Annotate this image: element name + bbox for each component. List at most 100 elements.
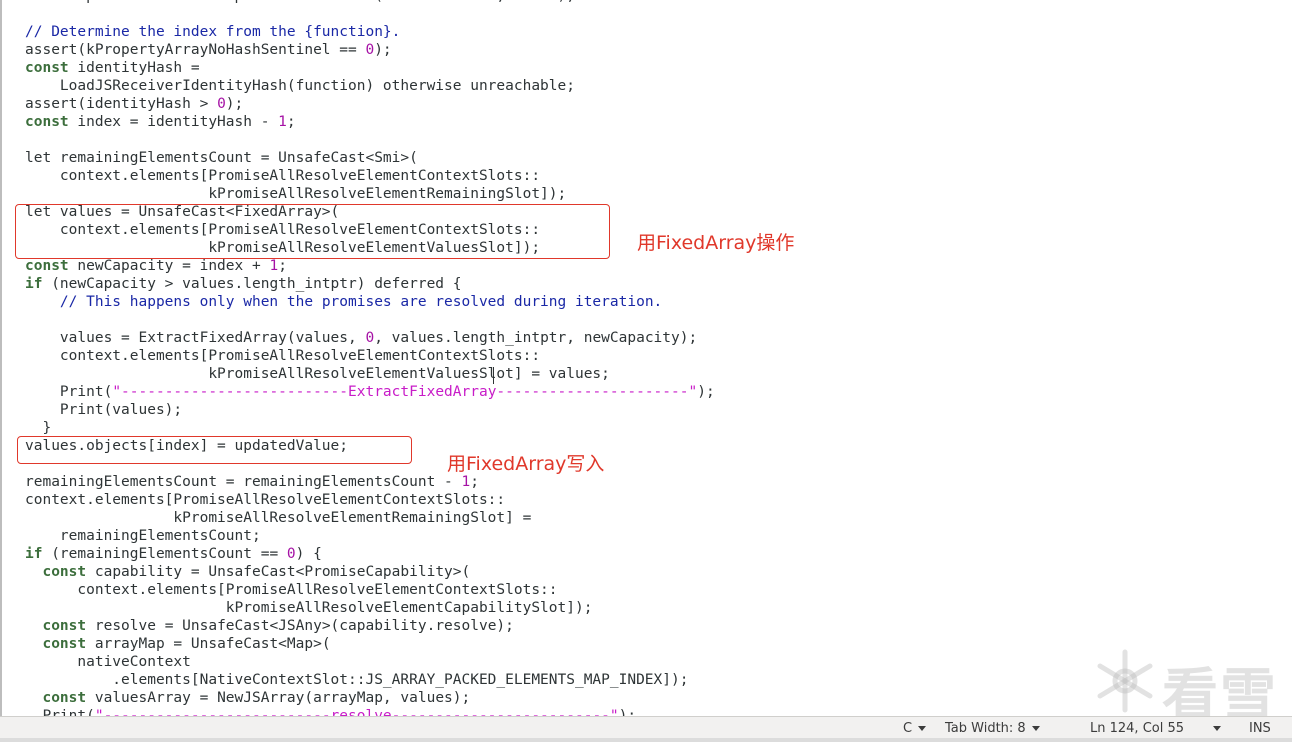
code-token: kPromiseAllResolveElementCapabilitySlot]… (25, 600, 593, 616)
code-line[interactable]: } (25, 419, 715, 437)
code-line[interactable]: // This happens only when the promises a… (25, 293, 715, 311)
code-token: valuesArray = NewJSArray(arrayMap, value… (86, 690, 471, 706)
code-token: assert(kPropertyArrayNoHashSentinel == (25, 42, 366, 58)
code-token: 1 (461, 474, 471, 490)
annotation-box-values (15, 204, 610, 259)
code-token: "--------------------------ExtractFixedA… (112, 384, 698, 400)
code-token: const (42, 690, 87, 706)
code-editor[interactable]: const updatedValue = WrapResolveFunction… (0, 0, 1292, 716)
code-line[interactable]: if (newCapacity > values.length_intptr) … (25, 275, 715, 293)
language-label: C (903, 721, 913, 736)
code-token: context.elements[PromiseAllResolveElemen… (25, 582, 558, 598)
code-token: // This happens only when the promises a… (59, 294, 663, 310)
code-line[interactable]: kPromiseAllResolveElementValuesSlot] = v… (25, 365, 715, 383)
code-token: "--------------------------resolve------… (94, 708, 619, 716)
code-token: ); (618, 708, 637, 716)
code-token: (remainingElementsCount == (42, 546, 287, 562)
code-token: index = identityHash - (68, 114, 279, 130)
tab-width-selector[interactable]: Tab Width: 8 (945, 721, 1040, 736)
code-line[interactable]: context.elements[PromiseAllResolveElemen… (25, 491, 715, 509)
code-token: 0 (217, 96, 226, 112)
code-line[interactable]: const valuesArray = NewJSArray(arrayMap,… (25, 689, 715, 707)
language-selector[interactable]: C (903, 721, 927, 736)
annotation-box-write (17, 436, 412, 464)
code-token: context.elements[PromiseAllResolveElemen… (25, 348, 541, 364)
chevron-down-icon (918, 726, 927, 731)
code-token: LoadJSReceiverIdentityHash(function) oth… (25, 78, 575, 94)
code-line[interactable]: context.elements[PromiseAllResolveElemen… (25, 581, 715, 599)
watermark-text: 看雪 (1162, 663, 1278, 716)
code-token: arrayMap = UnsafeCast<Map>( (86, 636, 331, 652)
code-line[interactable]: remainingElementsCount = remainingElemen… (25, 473, 715, 491)
code-token: ; (470, 474, 479, 490)
code-token: 1 (269, 258, 279, 274)
code-line[interactable]: const index = identityHash - 1; (25, 113, 715, 131)
code-line[interactable]: const identityHash = (25, 59, 715, 77)
code-line[interactable]: nativeContext (25, 653, 715, 671)
code-token: Print(values); (25, 402, 183, 418)
code-line[interactable]: context.elements[PromiseAllResolveElemen… (25, 167, 715, 185)
cursor-position[interactable]: Ln 124, Col 55 (1090, 721, 1184, 736)
code-token: 0 (286, 546, 296, 562)
code-line[interactable]: .elements[NativeContextSlot::JS_ARRAY_PA… (25, 671, 715, 689)
code-token: ; (286, 114, 296, 130)
code-line[interactable]: const newCapacity = index + 1; (25, 257, 715, 275)
code-token: const (42, 564, 87, 580)
code-line[interactable]: kPromiseAllResolveElementRemainingSlot])… (25, 185, 715, 203)
code-view[interactable]: const updatedValue = WrapResolveFunction… (25, 0, 715, 716)
code-token: const (42, 636, 87, 652)
code-line[interactable]: kPromiseAllResolveElementCapabilitySlot]… (25, 599, 715, 617)
code-token: 0 (365, 330, 375, 346)
code-line[interactable]: // Determine the index from the {functio… (25, 23, 715, 41)
code-token: newCapacity = index + (68, 258, 270, 274)
code-line[interactable]: Print(values); (25, 401, 715, 419)
code-line[interactable] (25, 311, 715, 329)
code-line[interactable]: context.elements[PromiseAllResolveElemen… (25, 347, 715, 365)
insert-mode-indicator[interactable]: INS (1249, 721, 1271, 736)
code-token: remainingElementsCount = remainingElemen… (25, 474, 462, 490)
chevron-down-icon (1031, 726, 1040, 731)
code-token: const (42, 618, 87, 634)
code-line[interactable]: assert(kPropertyArrayNoHashSentinel == 0… (25, 41, 715, 59)
code-token: kPromiseAllResolveElementValuesSlot] = v… (25, 366, 610, 382)
code-line[interactable]: values = ExtractFixedArray(values, 0, va… (25, 329, 715, 347)
code-line[interactable]: assert(identityHash > 0); (25, 95, 715, 113)
code-line[interactable]: Print("--------------------------Extract… (25, 383, 715, 401)
code-line[interactable]: kPromiseAllResolveElementRemainingSlot] … (25, 509, 715, 527)
code-line[interactable]: Print("--------------------------resolve… (25, 707, 715, 716)
cursor-position-dropdown[interactable] (1207, 721, 1221, 736)
text-cursor (493, 367, 494, 384)
code-token: context.elements[PromiseAllResolveElemen… (25, 168, 541, 184)
code-token: Print( (25, 384, 113, 400)
code-line[interactable]: remainingElementsCount; (25, 527, 715, 545)
code-token: (newCapacity > values.length_intptr) def… (42, 276, 462, 292)
annotation-label-fixedarray-write: 用FixedArray写入 (447, 453, 605, 475)
code-token: capability = UnsafeCast<PromiseCapabilit… (86, 564, 471, 580)
code-token: if (25, 276, 43, 292)
annotation-label-fixedarray-op: 用FixedArray操作 (637, 232, 795, 254)
code-token: ; (278, 258, 287, 274)
tab-width-label: Tab Width: 8 (945, 721, 1026, 736)
code-token: context.elements[PromiseAllResolveElemen… (25, 492, 506, 508)
code-line[interactable]: const arrayMap = UnsafeCast<Map>( (25, 635, 715, 653)
code-line[interactable]: const resolve = UnsafeCast<JSAny>(capabi… (25, 617, 715, 635)
code-line[interactable]: LoadJSReceiverIdentityHash(function) oth… (25, 77, 715, 95)
code-token: kPromiseAllResolveElementRemainingSlot] … (25, 510, 532, 526)
code-token: resolve = UnsafeCast<JSAny>(capability.r… (86, 618, 514, 634)
code-line[interactable] (25, 5, 715, 23)
insert-mode-label: INS (1249, 721, 1271, 736)
code-token: remainingElementsCount; (25, 528, 261, 544)
code-line[interactable]: const capability = UnsafeCast<PromiseCap… (25, 563, 715, 581)
code-token: 1 (278, 114, 287, 130)
code-line[interactable]: let remainingElementsCount = UnsafeCast<… (25, 149, 715, 167)
code-token: const (25, 258, 69, 274)
code-token: assert(identityHash > (25, 96, 218, 112)
code-line[interactable] (25, 131, 715, 149)
code-token: values = ExtractFixedArray(values, (25, 330, 366, 346)
code-line[interactable]: if (remainingElementsCount == 0) { (25, 545, 715, 563)
